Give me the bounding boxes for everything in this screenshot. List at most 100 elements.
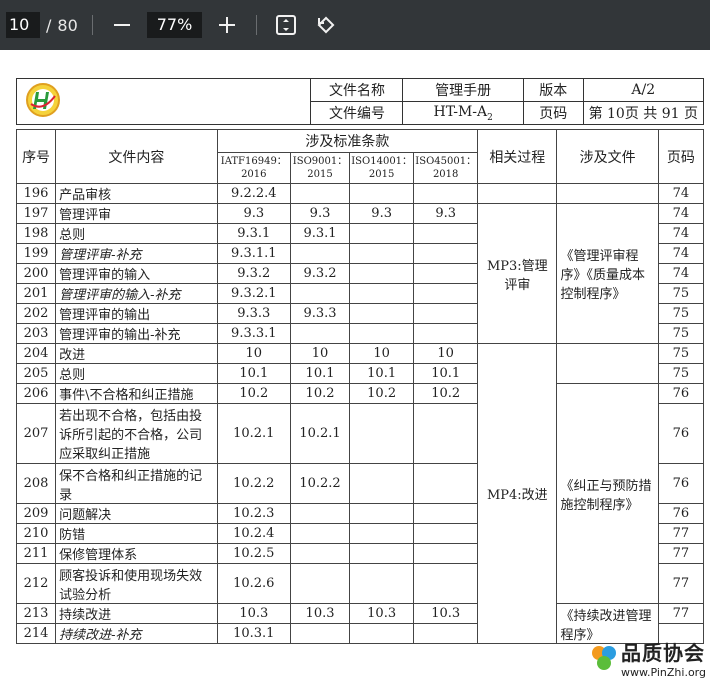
zoom-out-button[interactable] [107, 10, 137, 40]
company-logo-cell [15, 78, 312, 125]
zoom-in-button[interactable] [212, 10, 242, 40]
col-std3-header: ISO14001：2015 [349, 152, 415, 184]
row-content: 持续改进-补充 [55, 623, 218, 644]
row-no: 209 [15, 503, 57, 524]
row-no: 205 [15, 363, 57, 384]
minus-icon [113, 24, 130, 26]
row-page: 75 [657, 323, 705, 344]
row-std1: 10.2.3 [216, 503, 291, 524]
row-no: 197 [15, 203, 57, 224]
row-std3 [349, 463, 415, 504]
row-no: 201 [15, 283, 57, 304]
row-std2: 10 [289, 343, 351, 364]
row-std2: 10.2 [289, 383, 351, 404]
doc-no-value: HT-M-A [433, 103, 488, 120]
row-std3 [349, 523, 415, 544]
fit-page-button[interactable] [271, 10, 301, 40]
col-std2-header: ISO9001：2015 [289, 152, 351, 184]
row-no: 204 [15, 343, 57, 364]
row-std1: 10.2.5 [216, 543, 291, 564]
process-mp3: MP3:管理评审 [477, 203, 558, 344]
row-no: 212 [15, 563, 57, 604]
table-row: 204 改进 10 10 10 10 MP4:改进 75 [15, 343, 705, 644]
row-process-empty [477, 183, 558, 204]
doc-no-cell: HT-M-A2 [402, 101, 524, 125]
page-value: 第 10页 共 91 页 [582, 101, 705, 125]
row-std4 [413, 503, 479, 524]
row-std3 [349, 243, 415, 264]
page-separator: / [46, 15, 52, 35]
row-std1: 9.3 [216, 203, 291, 224]
row-page: 74 [657, 223, 705, 244]
row-content: 问题解决 [55, 503, 218, 524]
row-std2: 10.2.2 [289, 463, 351, 504]
row-std4: 10.2 [413, 383, 479, 404]
row-std4: 10 [413, 343, 479, 364]
row-content: 管理评审-补充 [55, 243, 218, 264]
row-std4 [413, 303, 479, 324]
row-std2: 9.3.3 [289, 303, 351, 324]
col-files-header: 涉及文件 [556, 129, 659, 184]
row-std1: 10.1 [216, 363, 291, 384]
row-std3 [349, 303, 415, 324]
rotate-button[interactable] [311, 10, 341, 40]
row-content: 总则 [55, 223, 218, 244]
files-mp4: 《纠正与预防措施控制程序》 [556, 383, 659, 604]
row-std4 [413, 403, 479, 464]
row-std4 [413, 283, 479, 304]
row-std3 [349, 623, 415, 644]
row-no: 208 [15, 463, 57, 504]
row-no: 198 [15, 223, 57, 244]
row-std1: 9.3.2.1 [216, 283, 291, 304]
row-std1: 10.3.1 [216, 623, 291, 644]
row-page: 77 [657, 603, 705, 624]
row-std4 [413, 223, 479, 244]
row-content: 防错 [55, 523, 218, 544]
row-std3 [349, 223, 415, 244]
col-std1-header: IATF16949：2016 [216, 152, 291, 184]
row-std3 [349, 543, 415, 564]
col-std4-header: ISO45001：2018 [413, 152, 479, 184]
row-std2: 10.3 [289, 603, 351, 624]
row-std2: 9.3 [289, 203, 351, 224]
row-page: 74 [657, 263, 705, 284]
row-std4 [413, 183, 479, 204]
row-std2 [289, 323, 351, 344]
files-mp3: 《管理评审程序》《质量成本控制程序》 [556, 203, 659, 344]
row-std4 [413, 323, 479, 344]
row-std1: 10.3 [216, 603, 291, 624]
col-std-group-header: 涉及标准条款 [216, 129, 479, 153]
fit-page-icon [276, 15, 297, 35]
row-std4 [413, 563, 479, 604]
row-std1: 10.2.1 [216, 403, 291, 464]
row-no: 210 [15, 523, 57, 544]
row-no: 213 [15, 603, 57, 624]
toolbar-divider [91, 15, 93, 35]
table-row: 197 管理评审 9.3 9.3 9.3 9.3 MP3:管理评审 《管理评审程序》《质量成本… [15, 203, 705, 344]
col-process-header: 相关过程 [477, 129, 558, 184]
row-std3: 10.1 [349, 363, 415, 384]
row-std3: 9.3 [349, 203, 415, 224]
row-std1: 9.3.1 [216, 223, 291, 244]
document-header-table: 文件名称 管理手册 版本 A/2 文件编号 HT-M-A2 页码 第 10页 共… [15, 78, 705, 125]
watermark-url: www.PinZhi.org [621, 666, 706, 679]
row-files-empty [556, 183, 659, 204]
row-page: 77 [657, 543, 705, 564]
row-std3 [349, 503, 415, 524]
row-content: 管理评审的输出 [55, 303, 218, 324]
row-std1: 9.3.1.1 [216, 243, 291, 264]
row-std4 [413, 263, 479, 284]
row-std3 [349, 323, 415, 344]
zoom-level-input[interactable]: 77% [146, 12, 203, 38]
row-no: 202 [15, 303, 57, 324]
row-no: 211 [15, 543, 57, 564]
doc-name-label: 文件名称 [310, 78, 404, 102]
plus-icon [219, 17, 236, 33]
row-std4 [413, 243, 479, 264]
toolbar-divider [256, 15, 258, 35]
row-std2 [289, 563, 351, 604]
row-page: 75 [657, 343, 705, 364]
page-number-input[interactable]: 10 [6, 12, 40, 38]
col-page-header: 页码 [657, 129, 705, 184]
document-page: 文件名称 管理手册 版本 A/2 文件编号 HT-M-A2 页码 第 10页 共… [0, 50, 710, 683]
